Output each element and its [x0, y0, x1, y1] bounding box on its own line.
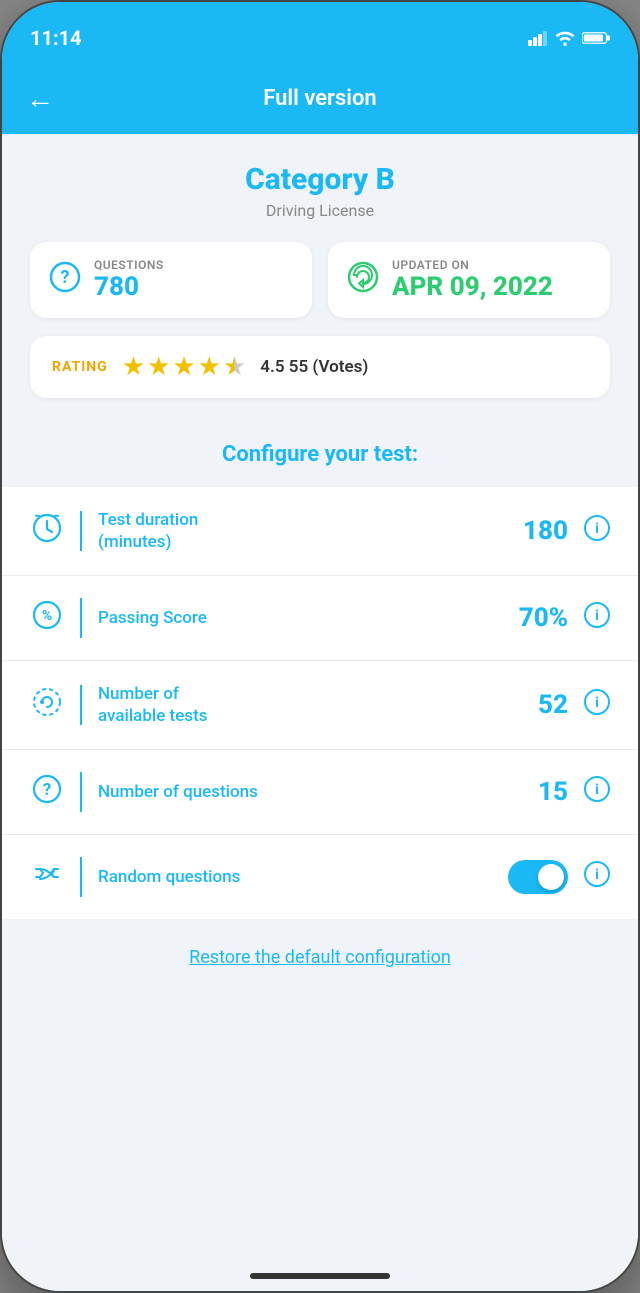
rating-label: RATING	[52, 359, 108, 375]
num-questions-info-icon[interactable]: i	[584, 776, 610, 808]
updated-label: UPDATED ON	[392, 258, 553, 272]
svg-text:i: i	[595, 782, 599, 798]
divider	[80, 511, 82, 551]
app-header: ← Full version	[2, 62, 638, 134]
percent-icon: %	[30, 600, 64, 637]
restore-link[interactable]: Restore the default configuration	[189, 947, 451, 968]
num-questions-value: 15	[508, 777, 568, 807]
configure-title: Configure your test:	[30, 422, 610, 477]
random-questions-info-icon[interactable]: i	[584, 861, 610, 893]
random-questions-row[interactable]: Random questions i	[2, 835, 638, 919]
divider	[80, 772, 82, 812]
random-questions-toggle[interactable]	[508, 860, 568, 894]
test-duration-label: Test duration(minutes)	[98, 509, 492, 553]
status-time: 11:14	[30, 26, 82, 50]
num-questions-row[interactable]: ? Number of questions 15 i	[2, 750, 638, 835]
svg-text:i: i	[595, 867, 599, 883]
updated-card: UPDATED ON APR 09, 2022	[328, 242, 610, 318]
main-content: Category B Driving License ? QUESTIONS 7…	[2, 134, 638, 1293]
star-3: ★	[172, 352, 195, 382]
available-tests-label: Number ofavailable tests	[98, 683, 492, 727]
questions-value: 780	[94, 272, 164, 302]
star-2: ★	[147, 352, 170, 382]
config-section: Test duration(minutes) 180 i %	[2, 487, 638, 919]
questions-content: QUESTIONS 780	[94, 258, 164, 302]
svg-text:?: ?	[61, 267, 70, 288]
stars: ★ ★ ★ ★ ★	[122, 352, 247, 382]
questions-label: QUESTIONS	[94, 258, 164, 272]
divider	[80, 685, 82, 725]
rating-score: 4.5 55 (Votes)	[260, 357, 368, 377]
header-title: Full version	[263, 86, 376, 111]
passing-score-label: Passing Score	[98, 607, 492, 629]
clock-icon	[30, 513, 64, 550]
star-4: ★	[198, 352, 221, 382]
updated-value: APR 09, 2022	[392, 272, 553, 302]
test-duration-value: 180	[508, 516, 568, 546]
refresh-circle-icon	[346, 261, 380, 300]
question-circle-icon: ?	[48, 261, 82, 300]
passing-score-value: 70%	[508, 603, 568, 633]
num-questions-label: Number of questions	[98, 781, 492, 803]
test-duration-row[interactable]: Test duration(minutes) 180 i	[2, 487, 638, 576]
rating-card: RATING ★ ★ ★ ★ ★ 4.5 55 (Votes)	[30, 336, 610, 398]
back-button[interactable]: ←	[26, 82, 54, 115]
top-section: Category B Driving License ? QUESTIONS 7…	[2, 134, 638, 477]
svg-text:i: i	[595, 695, 599, 711]
questions-card: ? QUESTIONS 780	[30, 242, 312, 318]
available-tests-info-icon[interactable]: i	[584, 689, 610, 721]
category-title: Category B	[30, 162, 610, 197]
test-duration-info-icon[interactable]: i	[584, 515, 610, 547]
num-questions-icon: ?	[30, 774, 64, 811]
shuffle-icon	[30, 859, 64, 896]
home-bar	[250, 1273, 390, 1279]
divider	[80, 857, 82, 897]
random-questions-label: Random questions	[98, 866, 492, 888]
restore-section: Restore the default configuration	[2, 919, 638, 996]
passing-score-info-icon[interactable]: i	[584, 602, 610, 634]
star-1: ★	[122, 352, 145, 382]
wifi-icon	[554, 30, 576, 46]
available-tests-value: 52	[508, 690, 568, 720]
svg-text:i: i	[595, 608, 599, 624]
category-subtitle: Driving License	[30, 201, 610, 220]
battery-icon	[582, 30, 610, 46]
available-tests-row[interactable]: Number ofavailable tests 52 i	[2, 661, 638, 750]
svg-text:?: ?	[43, 780, 51, 800]
available-tests-icon	[30, 687, 64, 724]
divider	[80, 598, 82, 638]
updated-content: UPDATED ON APR 09, 2022	[392, 258, 553, 302]
status-icons	[528, 30, 610, 46]
star-5-half: ★	[223, 352, 246, 382]
status-bar: 11:14	[2, 2, 638, 62]
passing-score-row[interactable]: % Passing Score 70% i	[2, 576, 638, 661]
signal-icon	[528, 30, 548, 46]
info-cards: ? QUESTIONS 780	[30, 242, 610, 318]
svg-text:%: %	[42, 608, 52, 624]
svg-text:i: i	[595, 521, 599, 537]
